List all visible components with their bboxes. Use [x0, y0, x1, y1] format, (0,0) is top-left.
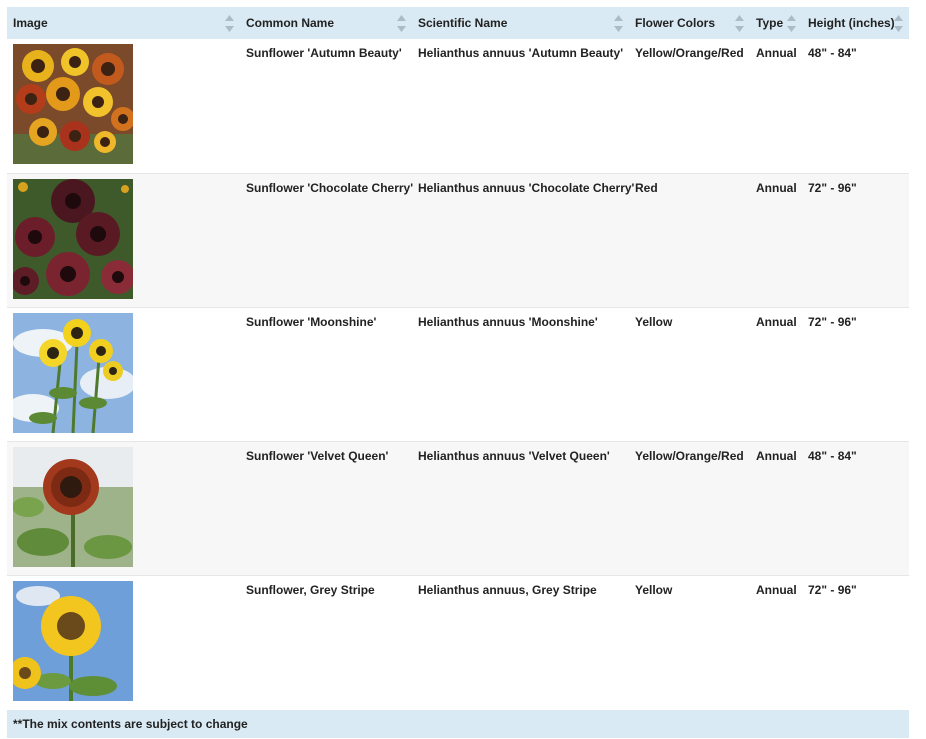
column-header-label: Type	[756, 16, 784, 30]
type-cell: Annual	[756, 46, 797, 60]
image-cell	[7, 173, 240, 307]
scientific-name-cell: Helianthus annuus, Grey Stripe	[418, 582, 597, 597]
column-header-height[interactable]: Height (inches)	[802, 7, 909, 39]
table-row: Sunflower 'Velvet Queen' Helianthus annu…	[7, 441, 909, 575]
common-name-cell: Sunflower 'Moonshine'	[246, 314, 377, 329]
column-header-image[interactable]: Image	[7, 7, 240, 39]
height-cell: 72" - 96"	[808, 314, 857, 329]
sunflower-moonshine-image[interactable]	[13, 312, 133, 433]
scientific-name-cell: Helianthus annuus 'Autumn Beauty'	[418, 46, 624, 60]
sort-arrows-icon[interactable]	[397, 15, 406, 32]
table-header: Image Common Name Scientific Name Flower…	[7, 7, 909, 39]
sort-arrows-icon[interactable]	[787, 15, 796, 32]
flower-colors-cell: Yellow/Orange/Red	[635, 46, 744, 60]
image-cell	[7, 575, 240, 709]
image-cell	[7, 39, 240, 173]
table-header-row: Image Common Name Scientific Name Flower…	[7, 7, 909, 39]
table-row: Sunflower, Grey Stripe Helianthus annuus…	[7, 575, 909, 709]
scientific-name-cell: Helianthus annuus 'Chocolate Cherry'	[418, 180, 635, 195]
flower-colors-cell: Yellow	[635, 582, 673, 597]
column-header-label: Scientific Name	[418, 16, 508, 30]
image-cell	[7, 307, 240, 441]
height-cell: 72" - 96"	[808, 582, 857, 597]
flower-colors-cell: Yellow	[635, 314, 673, 329]
column-header-type[interactable]: Type	[750, 7, 802, 39]
table-row: Sunflower 'Moonshine' Helianthus annuus …	[7, 307, 909, 441]
table-row: Sunflower 'Chocolate Cherry' Helianthus …	[7, 173, 909, 307]
scientific-name-cell: Helianthus annuus 'Moonshine'	[418, 314, 598, 329]
flower-colors-cell: Yellow/Orange/Red	[635, 448, 744, 463]
common-name-cell: Sunflower, Grey Stripe	[246, 582, 375, 597]
column-header-common-name[interactable]: Common Name	[240, 7, 412, 39]
height-cell: 48" - 84"	[808, 448, 857, 463]
common-name-cell: Sunflower 'Chocolate Cherry'	[246, 180, 414, 195]
column-header-label: Flower Colors	[635, 16, 716, 30]
column-header-label: Height (inches)	[808, 16, 895, 30]
flower-colors-cell: Red	[635, 180, 658, 195]
height-cell: 48" - 84"	[808, 46, 857, 60]
common-name-cell: Sunflower 'Autumn Beauty'	[246, 46, 402, 60]
sunflower-grey-stripe-image[interactable]	[13, 580, 133, 701]
sunflower-chocolate-cherry-image[interactable]	[13, 178, 133, 299]
column-header-scientific-name[interactable]: Scientific Name	[412, 7, 629, 39]
table-row: Sunflower 'Autumn Beauty' Helianthus ann…	[7, 39, 909, 173]
table-footer-note: **The mix contents are subject to change	[7, 710, 909, 738]
column-header-label: Image	[13, 16, 48, 30]
sort-arrows-icon[interactable]	[225, 15, 234, 32]
column-header-label: Common Name	[246, 16, 335, 30]
sort-arrows-icon[interactable]	[735, 15, 744, 32]
type-cell: Annual	[756, 582, 797, 597]
column-header-flower-colors[interactable]: Flower Colors	[629, 7, 750, 39]
scientific-name-cell: Helianthus annuus 'Velvet Queen'	[418, 448, 610, 463]
common-name-cell: Sunflower 'Velvet Queen'	[246, 448, 389, 463]
sort-arrows-icon[interactable]	[894, 15, 903, 32]
plant-table-container: Image Common Name Scientific Name Flower…	[7, 7, 909, 738]
type-cell: Annual	[756, 180, 797, 195]
sort-arrows-icon[interactable]	[614, 15, 623, 32]
type-cell: Annual	[756, 448, 797, 463]
sunflower-velvet-queen-image[interactable]	[13, 446, 133, 567]
image-cell	[7, 441, 240, 575]
height-cell: 72" - 96"	[808, 180, 857, 195]
type-cell: Annual	[756, 314, 797, 329]
table-body: Sunflower 'Autumn Beauty' Helianthus ann…	[7, 39, 909, 709]
sunflower-autumn-beauty-image[interactable]	[13, 44, 133, 164]
plant-table: Image Common Name Scientific Name Flower…	[7, 7, 909, 709]
